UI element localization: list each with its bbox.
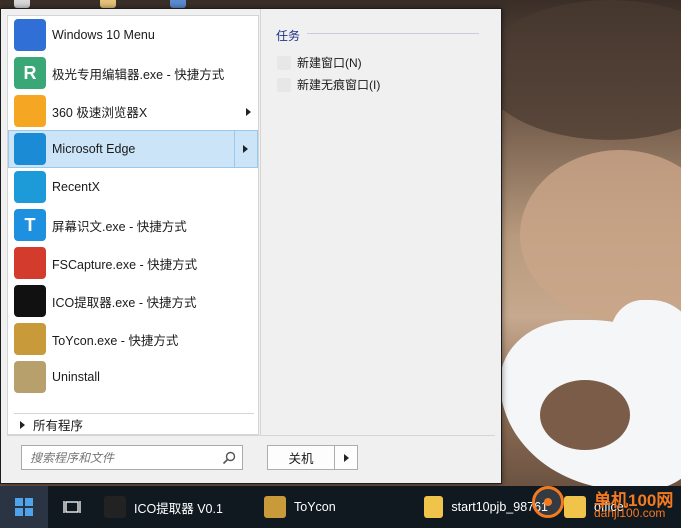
program-label: FSCapture.exe - 快捷方式: [52, 257, 198, 272]
program-list: Windows 10 Menu R 极光专用编辑器.exe - 快捷方式 360 极速…: [8, 16, 258, 396]
task-view-icon: [63, 501, 81, 513]
toycon-icon: [14, 323, 46, 355]
edge-task-icon: [277, 55, 291, 70]
submenu-button[interactable]: [234, 130, 258, 168]
program-label: RecentX: [52, 180, 100, 194]
all-programs-label: 所有程序: [33, 419, 84, 433]
fscapture-icon: [14, 247, 46, 279]
windows-menu-icon: [14, 19, 46, 51]
tasks-heading: 任务: [276, 29, 301, 43]
all-programs-button[interactable]: 所有程序: [14, 413, 254, 435]
expand-arrow-icon: [20, 420, 25, 429]
screen-ocr-icon: T: [14, 209, 46, 241]
taskbar-app-button[interactable]: ToYcon: [256, 486, 416, 528]
program-label: ICO提取器.exe - 快捷方式: [52, 295, 197, 310]
program-item[interactable]: ToYcon.exe - 快捷方式: [8, 320, 258, 358]
start-menu: Windows 10 Menu R 极光专用编辑器.exe - 快捷方式 360 极速…: [0, 8, 502, 484]
taskbar-app-button[interactable]: ICO提取器 V0.1: [96, 486, 256, 528]
program-list-pane: Windows 10 Menu R 极光专用编辑器.exe - 快捷方式 360 极速…: [7, 15, 259, 435]
start-button[interactable]: [0, 486, 48, 528]
shutdown-options-button[interactable]: [335, 446, 357, 469]
watermark-logo-icon: [532, 486, 564, 518]
pane-divider: [260, 9, 261, 435]
program-item[interactable]: Microsoft Edge: [8, 130, 258, 168]
task-label: 新建窗口(N): [297, 56, 362, 70]
chevron-right-icon: [344, 454, 349, 462]
desktop-icon[interactable]: [14, 0, 30, 8]
recentx-icon: [14, 171, 46, 203]
windows-logo-icon: [15, 498, 33, 516]
desktop-icon[interactable]: [100, 0, 116, 8]
edge-task-icon: [277, 77, 291, 92]
program-label: Microsoft Edge: [52, 142, 136, 156]
site-watermark: 单机100网 danji100.com: [532, 484, 681, 528]
program-item[interactable]: RecentX: [8, 168, 258, 206]
program-item[interactable]: Windows 10 Menu: [8, 16, 258, 54]
chevron-right-icon[interactable]: [246, 108, 251, 116]
aurora-editor-icon: R: [14, 57, 46, 89]
task-new-window[interactable]: 新建窗口(N): [277, 54, 362, 71]
uninstall-icon: [14, 361, 46, 393]
edge-icon: [14, 133, 46, 165]
task-view-button[interactable]: [48, 486, 96, 528]
heading-rule: [307, 33, 479, 34]
search-icon[interactable]: [222, 451, 236, 465]
taskbar-app-label: ICO提取器 V0.1: [134, 501, 223, 516]
toycon-icon: [264, 496, 286, 518]
program-label: 极光专用编辑器.exe - 快捷方式: [52, 67, 225, 82]
360-browser-icon: [14, 95, 46, 127]
program-label: Windows 10 Menu: [52, 28, 155, 42]
task-label: 新建无痕窗口(I): [297, 78, 381, 92]
program-item[interactable]: Uninstall: [8, 358, 258, 396]
desktop-icon[interactable]: [170, 0, 186, 8]
taskbar-app-label: ToYcon: [294, 500, 336, 514]
search-box[interactable]: [21, 445, 243, 470]
search-input[interactable]: [30, 450, 220, 465]
program-label: ToYcon.exe - 快捷方式: [52, 333, 179, 348]
background-warm-area: [520, 150, 681, 320]
background-shade: [480, 0, 681, 140]
desktop-icons-strip: [0, 0, 681, 8]
jump-list-pane: 任务 新建窗口(N) 新建无痕窗口(I): [263, 15, 495, 435]
ico-extractor-icon: [104, 496, 126, 518]
task-new-inprivate-window[interactable]: 新建无痕窗口(I): [277, 76, 380, 93]
program-item[interactable]: T 屏幕识文.exe - 快捷方式: [8, 206, 258, 244]
program-item[interactable]: FSCapture.exe - 快捷方式: [8, 244, 258, 282]
watermark-url: danji100.com: [594, 506, 666, 520]
chevron-right-icon: [243, 145, 248, 153]
background-rock: [540, 380, 630, 450]
program-item[interactable]: ICO提取器.exe - 快捷方式: [8, 282, 258, 320]
ico-extractor-icon: [14, 285, 46, 317]
shutdown-button[interactable]: 关机: [268, 448, 334, 467]
shutdown-button-group: 关机: [267, 445, 358, 470]
bottom-separator: [7, 435, 495, 436]
program-item[interactable]: 360 极速浏览器X: [8, 92, 258, 130]
program-label: Uninstall: [52, 370, 100, 384]
program-item[interactable]: R 极光专用编辑器.exe - 快捷方式: [8, 54, 258, 92]
program-label: 360 极速浏览器X: [52, 105, 148, 120]
program-label: 屏幕识文.exe - 快捷方式: [52, 219, 187, 234]
folder-icon: [424, 496, 444, 518]
